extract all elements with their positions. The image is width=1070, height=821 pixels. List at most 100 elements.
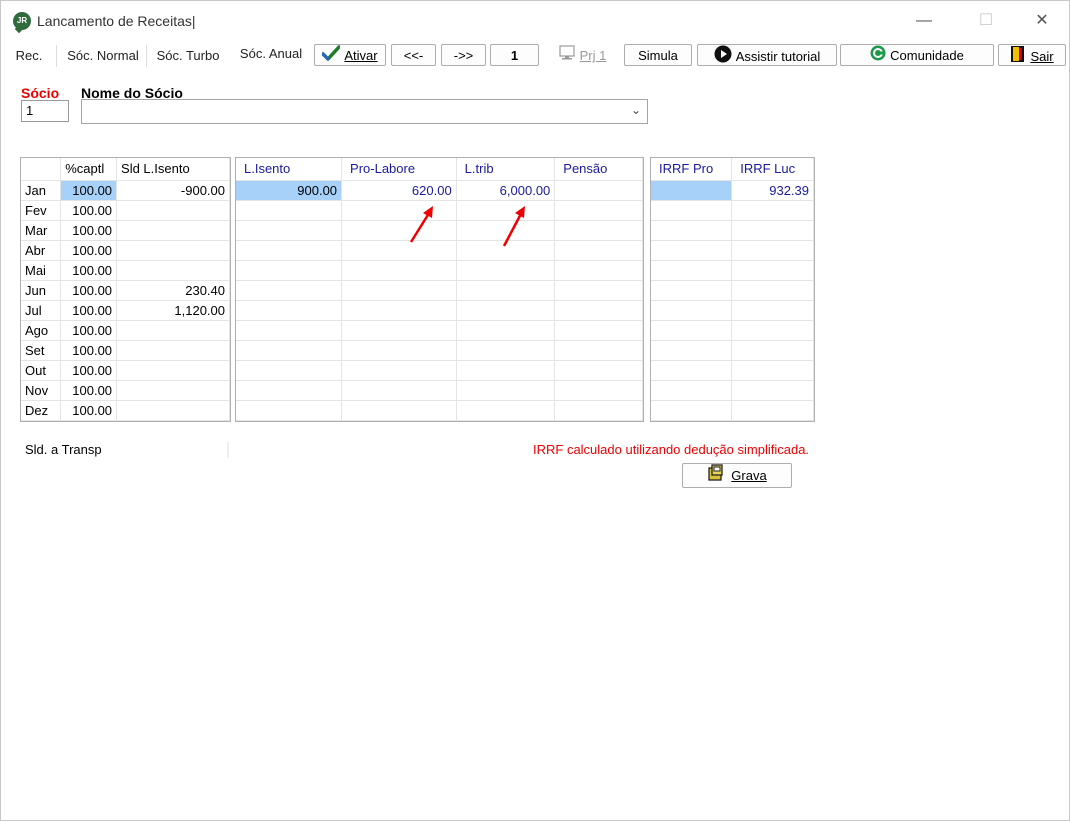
sld-isento-cell[interactable] bbox=[116, 400, 230, 421]
pensao-cell[interactable] bbox=[554, 360, 643, 381]
prev-button[interactable]: <<- bbox=[391, 44, 436, 66]
l-isento-cell[interactable] bbox=[236, 300, 343, 321]
pensao-cell[interactable] bbox=[554, 240, 643, 261]
l-isento-cell[interactable] bbox=[236, 360, 343, 381]
sld-isento-cell[interactable]: -900.00 bbox=[116, 180, 230, 201]
irrf-pro-cell[interactable] bbox=[651, 200, 733, 221]
prj-button[interactable]: Prj 1 bbox=[546, 44, 618, 66]
page-number-box[interactable]: 1 bbox=[490, 44, 539, 66]
pensao-cell[interactable] bbox=[554, 280, 643, 301]
captl-cell[interactable]: 100.00 bbox=[60, 340, 118, 361]
pensao-cell[interactable] bbox=[554, 300, 643, 321]
pro-labore-cell[interactable] bbox=[341, 380, 457, 401]
sair-button[interactable]: Sair bbox=[998, 44, 1066, 66]
irrf-luc-cell[interactable] bbox=[731, 200, 814, 221]
tab-soc-normal[interactable]: Sóc. Normal bbox=[63, 45, 143, 67]
irrf-pro-cell[interactable] bbox=[651, 300, 733, 321]
captl-cell[interactable]: 100.00 bbox=[60, 200, 118, 221]
irrf-luc-cell[interactable] bbox=[731, 300, 814, 321]
l-trib-cell[interactable]: 6,000.00 bbox=[456, 180, 556, 201]
pro-labore-cell[interactable]: 620.00 bbox=[341, 180, 457, 201]
captl-cell[interactable]: 100.00 bbox=[60, 300, 118, 321]
simula-button[interactable]: Simula bbox=[624, 44, 692, 66]
sld-isento-cell[interactable] bbox=[116, 240, 230, 261]
irrf-luc-cell[interactable] bbox=[731, 320, 814, 341]
captl-cell[interactable]: 100.00 bbox=[60, 240, 118, 261]
pensao-cell[interactable] bbox=[554, 200, 643, 221]
pro-labore-cell[interactable] bbox=[341, 360, 457, 381]
pro-labore-cell[interactable] bbox=[341, 300, 457, 321]
minimize-button[interactable]: — bbox=[901, 7, 947, 35]
irrf-pro-cell[interactable] bbox=[651, 260, 733, 281]
l-trib-cell[interactable] bbox=[456, 380, 556, 401]
close-button[interactable]: ✕ bbox=[1019, 7, 1065, 35]
pensao-cell[interactable] bbox=[554, 260, 643, 281]
l-trib-cell[interactable] bbox=[456, 260, 556, 281]
irrf-luc-cell[interactable]: 932.39 bbox=[731, 180, 814, 201]
irrf-pro-cell[interactable] bbox=[651, 360, 733, 381]
pro-labore-cell[interactable] bbox=[341, 200, 457, 221]
l-isento-cell[interactable] bbox=[236, 380, 343, 401]
next-button[interactable]: ->> bbox=[441, 44, 486, 66]
l-isento-cell[interactable] bbox=[236, 200, 343, 221]
irrf-pro-cell[interactable] bbox=[651, 180, 733, 201]
irrf-pro-cell[interactable] bbox=[651, 220, 733, 241]
nome-do-socio-select[interactable]: ⌄ bbox=[81, 99, 648, 124]
l-trib-cell[interactable] bbox=[456, 360, 556, 381]
pro-labore-cell[interactable] bbox=[341, 340, 457, 361]
maximize-button[interactable]: ☐ bbox=[963, 7, 1009, 35]
irrf-pro-cell[interactable] bbox=[651, 240, 733, 261]
irrf-pro-cell[interactable] bbox=[651, 380, 733, 401]
l-trib-cell[interactable] bbox=[456, 300, 556, 321]
irrf-luc-cell[interactable] bbox=[731, 240, 814, 261]
irrf-luc-cell[interactable] bbox=[731, 220, 814, 241]
sld-isento-cell[interactable] bbox=[116, 320, 230, 341]
l-isento-cell[interactable]: 900.00 bbox=[236, 180, 343, 201]
captl-cell[interactable]: 100.00 bbox=[60, 220, 118, 241]
l-isento-cell[interactable] bbox=[236, 320, 343, 341]
pensao-cell[interactable] bbox=[554, 320, 643, 341]
pensao-cell[interactable] bbox=[554, 380, 643, 401]
l-trib-cell[interactable] bbox=[456, 280, 556, 301]
sld-isento-cell[interactable] bbox=[116, 340, 230, 361]
tab-rec[interactable]: Rec. bbox=[9, 45, 49, 67]
irrf-luc-cell[interactable] bbox=[731, 260, 814, 281]
tab-soc-turbo[interactable]: Sóc. Turbo bbox=[151, 45, 225, 67]
captl-cell[interactable]: 100.00 bbox=[60, 400, 118, 421]
irrf-pro-cell[interactable] bbox=[651, 400, 733, 421]
pensao-cell[interactable] bbox=[554, 340, 643, 361]
pensao-cell[interactable] bbox=[554, 180, 643, 201]
irrf-luc-cell[interactable] bbox=[731, 360, 814, 381]
irrf-luc-cell[interactable] bbox=[731, 280, 814, 301]
captl-cell[interactable]: 100.00 bbox=[60, 260, 118, 281]
irrf-pro-cell[interactable] bbox=[651, 340, 733, 361]
sld-isento-cell[interactable] bbox=[116, 260, 230, 281]
sld-isento-cell[interactable]: 230.40 bbox=[116, 280, 230, 301]
l-isento-cell[interactable] bbox=[236, 340, 343, 361]
grava-button[interactable]: Grava bbox=[682, 463, 792, 488]
l-trib-cell[interactable] bbox=[456, 340, 556, 361]
sld-isento-cell[interactable] bbox=[116, 200, 230, 221]
pro-labore-cell[interactable] bbox=[341, 400, 457, 421]
l-isento-cell[interactable] bbox=[236, 240, 343, 261]
captl-cell[interactable]: 100.00 bbox=[60, 360, 118, 381]
pensao-cell[interactable] bbox=[554, 400, 643, 421]
pro-labore-cell[interactable] bbox=[341, 280, 457, 301]
assistir-tutorial-button[interactable]: Assistir tutorial bbox=[697, 44, 837, 66]
l-isento-cell[interactable] bbox=[236, 280, 343, 301]
sld-isento-cell[interactable] bbox=[116, 360, 230, 381]
l-isento-cell[interactable] bbox=[236, 220, 343, 241]
l-trib-cell[interactable] bbox=[456, 320, 556, 341]
l-trib-cell[interactable] bbox=[456, 400, 556, 421]
sld-isento-cell[interactable] bbox=[116, 380, 230, 401]
pensao-cell[interactable] bbox=[554, 220, 643, 241]
captl-cell[interactable]: 100.00 bbox=[60, 180, 118, 201]
captl-cell[interactable]: 100.00 bbox=[60, 280, 118, 301]
sld-isento-cell[interactable] bbox=[116, 220, 230, 241]
socio-number-input[interactable]: 1 bbox=[21, 100, 69, 122]
ativar-button[interactable]: Ativar bbox=[314, 44, 386, 66]
comunidade-button[interactable]: Comunidade bbox=[840, 44, 994, 66]
pro-labore-cell[interactable] bbox=[341, 320, 457, 341]
sld-isento-cell[interactable]: 1,120.00 bbox=[116, 300, 230, 321]
pro-labore-cell[interactable] bbox=[341, 220, 457, 241]
